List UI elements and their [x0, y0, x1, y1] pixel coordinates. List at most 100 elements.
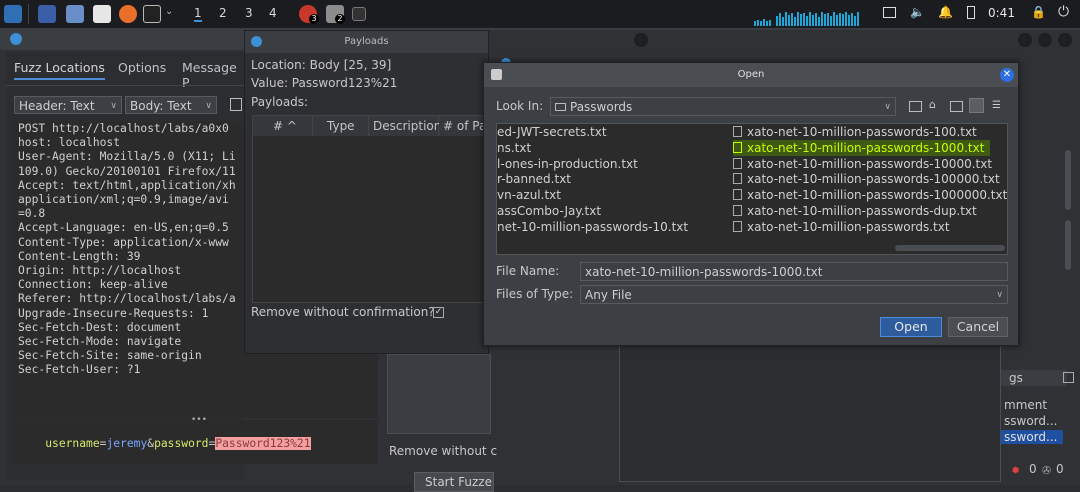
maximize-icon[interactable]	[1038, 33, 1052, 47]
middle-panel: Remove without c Start Fuzze	[379, 354, 497, 492]
firefox-icon[interactable]	[119, 5, 137, 23]
file-manager-icon[interactable]	[66, 5, 84, 23]
scrollbar[interactable]	[1065, 220, 1071, 270]
scrollbar[interactable]	[1065, 150, 1071, 210]
up-folder-icon[interactable]	[909, 101, 922, 112]
cancel-button[interactable]: Cancel	[948, 317, 1008, 337]
text-editor-icon[interactable]	[93, 5, 111, 23]
file-item[interactable]: assCombo-Jay.txt	[497, 203, 601, 219]
tab-options[interactable]: Options	[118, 60, 166, 75]
file-item[interactable]: xato-net-10-million-passwords-1000000.tx…	[733, 187, 1007, 203]
body-view-value: Body: Text	[130, 99, 192, 113]
column-header-number[interactable]: # ^	[253, 116, 313, 136]
file-item[interactable]: xato-net-10-million-passwords.txt	[733, 219, 950, 235]
list-view-icon[interactable]	[969, 98, 984, 113]
horizontal-scrollbar[interactable]	[895, 245, 1005, 251]
files-of-type-combo[interactable]: Any File ∨	[580, 285, 1008, 304]
clock[interactable]: 0:41	[988, 6, 1015, 20]
file-item[interactable]: xato-net-10-million-passwords-dup.txt	[733, 203, 977, 219]
divider	[6, 85, 244, 86]
chevron-down-icon: ∨	[884, 102, 891, 112]
file-name-value: xato-net-10-million-passwords-1000.txt	[585, 265, 823, 279]
look-in-combo[interactable]: Passwords ∨	[550, 97, 896, 116]
fuzzer-list	[387, 354, 491, 434]
files-of-type-label: Files of Type:	[496, 287, 574, 301]
taskbar: ⌄ 1 2 3 4 3 2 🔈 🔔 0:41 🔒 ⏻	[0, 0, 1080, 29]
body-param: password	[154, 437, 209, 450]
close-icon[interactable]: ✕	[1000, 68, 1014, 82]
files-of-type-value: Any File	[585, 288, 632, 302]
zap-logo-icon	[251, 36, 262, 47]
close-icon[interactable]	[1058, 33, 1072, 47]
column-header-type[interactable]: Type	[313, 116, 369, 136]
chevron-down-icon: ∨	[110, 101, 117, 111]
close-icon[interactable]	[634, 33, 648, 47]
battery-icon[interactable]	[967, 6, 975, 19]
display-icon[interactable]	[883, 7, 896, 18]
look-in-value: Passwords	[570, 100, 633, 114]
new-folder-icon[interactable]	[950, 101, 963, 112]
window-count-badge: 3	[309, 14, 319, 24]
list-item-selected[interactable]: ssword...	[1001, 430, 1064, 444]
open-dialog-title: Open	[737, 69, 765, 80]
file-icon	[733, 141, 742, 153]
results-area	[619, 340, 1001, 482]
file-item-label: xato-net-10-million-passwords-100.txt	[747, 125, 977, 139]
layout-toggle-icon[interactable]	[230, 98, 242, 111]
file-item[interactable]: vn-azul.txt	[497, 187, 561, 203]
file-list[interactable]: ed-JWT-secrets.txt ns.txt l-ones-in-produc…	[496, 123, 1008, 255]
file-name-input[interactable]: xato-net-10-million-passwords-1000.txt	[580, 262, 1008, 281]
terminal-window-icon[interactable]	[352, 7, 366, 21]
start-fuzzer-button[interactable]: Start Fuzze	[414, 472, 494, 492]
file-item-label: xato-net-10-million-passwords-100000.txt	[747, 172, 1000, 187]
body-view-combo[interactable]: Body: Text ∨	[125, 96, 217, 114]
folder-icon	[555, 103, 566, 111]
volume-icon[interactable]: 🔈	[910, 5, 925, 19]
workspace-4[interactable]: 4	[269, 6, 277, 20]
file-item[interactable]: r-banned.txt	[497, 171, 571, 187]
list-item[interactable]: mment	[1004, 398, 1047, 412]
payloads-table[interactable]: # ^ Type Description # of Pa	[252, 115, 492, 303]
value-label: Value: Password123%21	[251, 76, 398, 90]
workspace-3[interactable]: 3	[245, 6, 253, 20]
tab-fuzz-locations[interactable]: Fuzz Locations	[14, 60, 105, 80]
details-view-icon[interactable]: ☰	[992, 100, 1001, 111]
start-fuzzer-label: Start Fuzze	[425, 475, 492, 489]
power-icon[interactable]: ⏻	[1058, 4, 1069, 20]
remove-without-confirmation-label: Remove without confirmation?	[251, 305, 435, 319]
desktop-icon[interactable]	[38, 5, 56, 23]
file-item[interactable]: ed-JWT-secrets.txt	[497, 124, 607, 140]
file-item[interactable]: ns.txt	[497, 140, 531, 156]
header-view-combo[interactable]: Header: Text ∨	[14, 96, 122, 114]
header-view-value: Header: Text	[19, 99, 95, 113]
request-body-text[interactable]: username=jeremy&password=Password123%21	[12, 420, 378, 464]
chevron-down-icon: ∨	[205, 101, 212, 111]
remove-without-confirmation-checkbox[interactable]: ✓	[433, 307, 444, 318]
kali-menu-icon[interactable]	[4, 5, 22, 23]
workspace-1[interactable]: 1	[194, 6, 202, 22]
column-header-description[interactable]: Description	[369, 116, 441, 136]
file-item-label: xato-net-10-million-passwords-dup.txt	[747, 204, 977, 218]
file-item[interactable]: xato-net-10-million-passwords-10000.txt	[733, 156, 992, 172]
payloads-title: Payloads	[344, 36, 389, 47]
file-item[interactable]: xato-net-10-million-passwords-100000.txt	[733, 171, 1000, 187]
fuzz-location-highlight[interactable]: Password123%21	[215, 437, 311, 450]
list-item[interactable]: ssword...	[1004, 414, 1057, 428]
workspace-2[interactable]: 2	[219, 6, 227, 20]
lock-icon[interactable]: 🔒	[1031, 5, 1046, 19]
file-item[interactable]: l-ones-in-production.txt	[497, 156, 638, 172]
file-item[interactable]: xato-net-10-million-passwords-100.txt	[733, 124, 977, 140]
file-item-label: xato-net-10-million-passwords-1000000.tx…	[747, 188, 1008, 203]
terminal-icon[interactable]	[143, 5, 161, 23]
file-icon	[733, 220, 742, 232]
file-item-selected[interactable]: xato-net-10-million-passwords-1000.txt	[733, 139, 991, 156]
file-item[interactable]: net-10-million-passwords-10.txt	[497, 219, 688, 235]
panel-options-icon[interactable]	[1063, 372, 1074, 383]
notification-bell-icon[interactable]: 🔔	[938, 5, 953, 19]
tags-header-label: gs	[1009, 371, 1023, 385]
minimize-icon[interactable]	[1018, 33, 1032, 47]
chevron-down-icon[interactable]: ⌄	[165, 6, 173, 17]
home-icon[interactable]: ⌂	[929, 98, 936, 111]
open-button[interactable]: Open	[880, 317, 942, 337]
open-file-dialog: Open ✕ Look In: Passwords ∨ ⌂ ☰ ed-JWT-s…	[483, 62, 1019, 346]
